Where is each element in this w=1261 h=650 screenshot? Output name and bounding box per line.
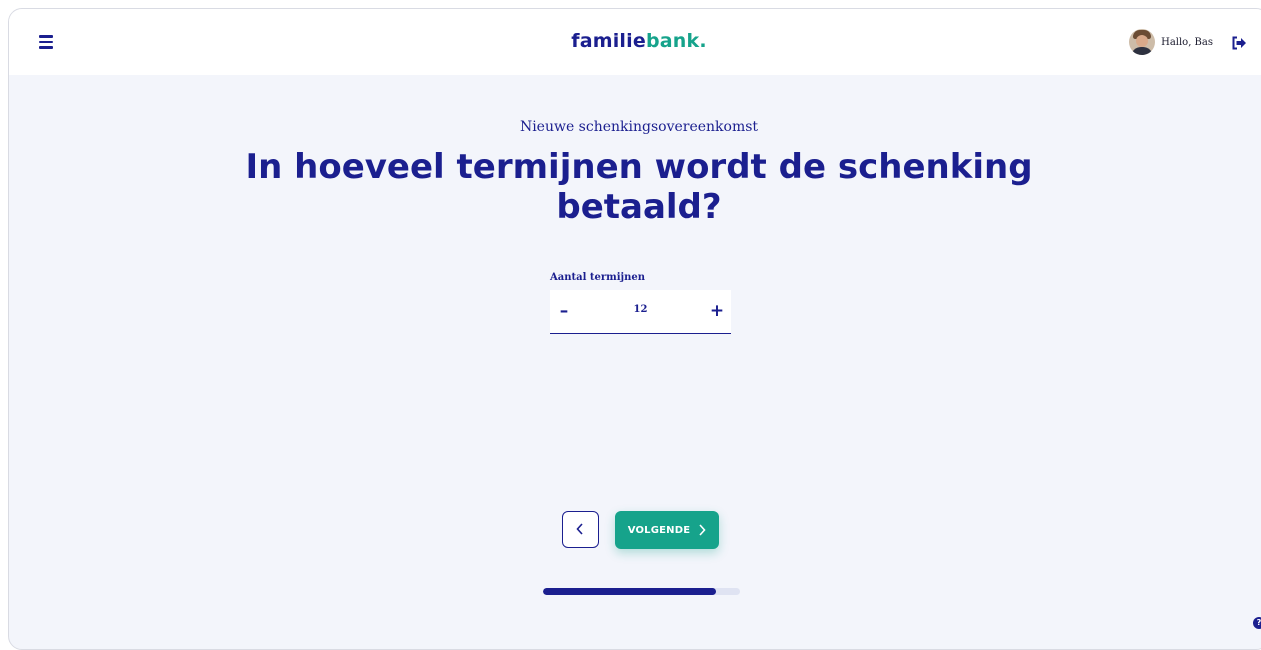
familiebank-logo[interactable]: familiebank. xyxy=(9,30,1261,52)
top-bar: familiebank. Hallo, Bas xyxy=(9,9,1261,75)
increment-button[interactable]: + xyxy=(706,299,728,323)
page-title: In hoeveel termijnen wordt de schenking … xyxy=(245,147,1033,227)
user-menu[interactable]: Hallo, Bas xyxy=(1129,29,1213,55)
installments-label: Aantal termijnen xyxy=(550,272,646,283)
progress-bar xyxy=(543,588,740,595)
logo-text-familie: familie xyxy=(571,30,646,52)
progress-bar-fill xyxy=(543,588,717,595)
app-frame: familiebank. Hallo, Bas Nieuwe schenking… xyxy=(8,8,1261,650)
installments-stepper: – 12 + xyxy=(550,290,731,334)
chevron-right-icon xyxy=(699,524,706,536)
next-button[interactable]: VOLGENDE xyxy=(615,511,719,549)
back-button[interactable] xyxy=(562,511,599,548)
greeting-text: Hallo, Bas xyxy=(1161,36,1213,48)
logout-icon[interactable] xyxy=(1231,35,1247,50)
logo-text-bank: bank. xyxy=(645,30,707,52)
chevron-left-icon xyxy=(576,523,583,535)
decrement-button[interactable]: – xyxy=(553,299,575,323)
help-icon[interactable]: ? xyxy=(1253,617,1261,629)
next-button-label: VOLGENDE xyxy=(627,524,691,536)
installments-value[interactable]: 12 xyxy=(590,304,691,315)
avatar xyxy=(1129,29,1156,55)
page-subtitle: Nieuwe schenkingsovereenkomst xyxy=(519,119,759,135)
